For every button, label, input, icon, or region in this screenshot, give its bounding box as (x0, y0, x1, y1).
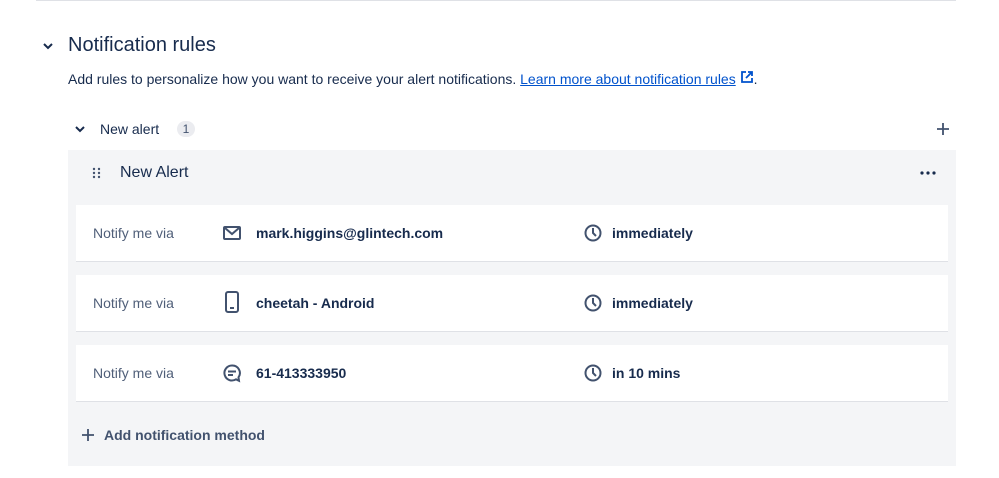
row-timing: immediately (612, 225, 693, 241)
page-title: Notification rules (68, 34, 216, 56)
plus-icon[interactable] (81, 428, 95, 442)
notification-row[interactable]: Notify me via cheetah - Android immediat… (76, 275, 948, 332)
add-icon[interactable] (936, 122, 950, 136)
section-description: Add rules to personalize how you want to… (68, 70, 758, 87)
chevron-down-icon[interactable] (42, 41, 54, 51)
sms-icon (223, 364, 241, 383)
mobile-icon (225, 291, 239, 313)
email-icon (223, 226, 241, 240)
clock-icon (584, 224, 602, 242)
learn-more-link[interactable]: Learn more about notification rules (520, 71, 736, 87)
count-badge: 1 (177, 121, 195, 137)
chevron-down-icon[interactable] (74, 124, 86, 134)
notification-row[interactable]: Notify me via mark.higgins@glintech.com … (76, 205, 948, 262)
group-label[interactable]: New alert (100, 121, 159, 137)
row-label: Notify me via (93, 295, 174, 311)
period: . (753, 71, 758, 87)
row-label: Notify me via (93, 225, 174, 241)
more-options-icon[interactable] (920, 170, 936, 176)
drag-handle-icon[interactable] (92, 167, 102, 179)
row-target: 61-413333950 (256, 365, 347, 381)
notification-row[interactable]: Notify me via 61-413333950 in 10 mins (76, 345, 948, 402)
external-link-icon[interactable] (740, 70, 754, 84)
row-target: cheetah - Android (256, 295, 375, 311)
row-label: Notify me via (93, 365, 174, 381)
row-timing: in 10 mins (612, 365, 681, 381)
add-notification-method-button[interactable]: Add notification method (104, 427, 265, 443)
row-timing: immediately (612, 295, 693, 311)
description-text: Add rules to personalize how you want to… (68, 71, 517, 87)
divider (36, 0, 956, 1)
clock-icon (584, 364, 602, 382)
alert-title: New Alert (120, 164, 189, 181)
clock-icon (584, 294, 602, 312)
row-target: mark.higgins@glintech.com (256, 225, 444, 241)
